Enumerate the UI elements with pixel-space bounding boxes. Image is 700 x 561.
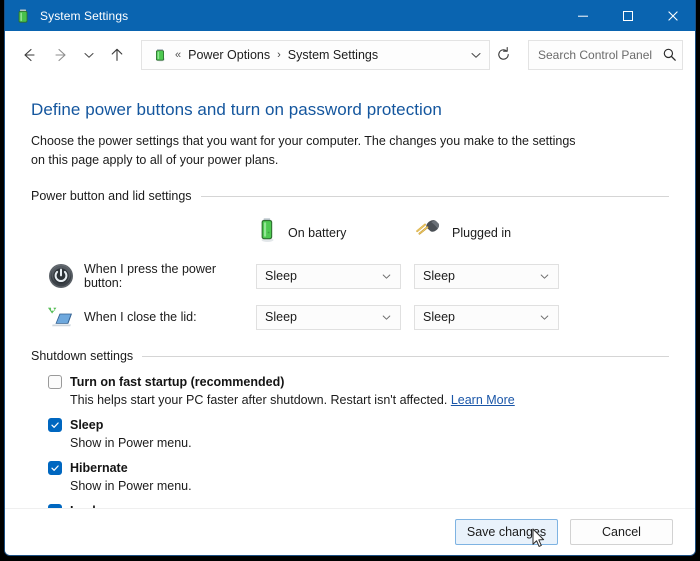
combo-value: Sleep xyxy=(415,310,455,324)
group-divider xyxy=(201,196,669,197)
power-lid-settings-group: Power button and lid settings xyxy=(31,189,669,330)
checkbox-label: Turn on fast startup (recommended) xyxy=(70,375,284,389)
group-header: Power button and lid settings xyxy=(31,189,669,203)
group-heading-label: Power button and lid settings xyxy=(31,189,192,203)
checkbox-row-sleep[interactable]: Sleep xyxy=(48,418,669,432)
battery-icon xyxy=(15,8,31,24)
power-plug-icon xyxy=(414,218,442,247)
dialog-footer: Save changes Cancel xyxy=(5,508,695,555)
refresh-icon xyxy=(495,46,512,63)
maximize-icon xyxy=(622,10,634,22)
breadcrumb-system-settings[interactable]: System Settings xyxy=(288,48,378,62)
laptop-lid-icon xyxy=(48,304,74,330)
search-icon[interactable] xyxy=(656,41,682,69)
breadcrumb-separator: › xyxy=(277,49,281,61)
address-dropdown-button[interactable] xyxy=(463,41,489,69)
setting-row-close-lid: When I close the lid: Sleep Sleep xyxy=(31,304,669,330)
cancel-button[interactable]: Cancel xyxy=(570,519,673,545)
combo-value: Sleep xyxy=(415,269,455,283)
checkbox-hibernate[interactable] xyxy=(48,461,62,475)
group-header: Shutdown settings xyxy=(31,349,669,363)
caption-buttons xyxy=(560,0,695,31)
back-button[interactable] xyxy=(13,39,45,71)
page-description: Choose the power settings that you want … xyxy=(31,120,583,170)
column-label-plugged-in: Plugged in xyxy=(452,226,511,240)
checkbox-row-hibernate[interactable]: Hibernate xyxy=(48,461,669,475)
setting-row-power-button: When I press the power button: Sleep Sle… xyxy=(31,262,669,290)
combo-power-button-on-battery[interactable]: Sleep xyxy=(256,264,401,289)
save-changes-button[interactable]: Save changes xyxy=(455,519,558,545)
chevron-down-icon xyxy=(82,48,96,62)
power-button-icon xyxy=(48,263,74,289)
description-text: This helps start your PC faster after sh… xyxy=(70,393,447,407)
main-content: Define power buttons and turn on passwor… xyxy=(5,78,695,509)
group-heading-label: Shutdown settings xyxy=(31,349,133,363)
search-box[interactable] xyxy=(528,40,683,70)
checkmark-icon xyxy=(50,463,60,473)
checkbox-description: Show in Power menu. xyxy=(48,475,669,493)
up-arrow-icon xyxy=(108,46,126,64)
battery-icon xyxy=(256,217,278,248)
power-options-icon xyxy=(152,47,168,63)
up-button[interactable] xyxy=(101,39,133,71)
system-settings-window: System Settings xyxy=(4,0,696,556)
checkbox-fast-startup[interactable] xyxy=(48,375,62,389)
combo-close-lid-plugged-in[interactable]: Sleep xyxy=(414,305,559,330)
list-item: Sleep Show in Power menu. xyxy=(48,418,669,450)
checkbox-description: Show in Power menu. xyxy=(48,432,669,450)
column-header-on-battery: On battery xyxy=(256,217,414,248)
learn-more-link[interactable]: Learn More xyxy=(451,393,515,407)
chevron-down-icon xyxy=(381,312,400,323)
group-divider xyxy=(142,356,669,357)
list-item: Turn on fast startup (recommended) This … xyxy=(48,375,669,407)
forward-button[interactable] xyxy=(45,39,77,71)
setting-label-power-button: When I press the power button: xyxy=(84,262,256,290)
checkbox-row-fast-startup[interactable]: Turn on fast startup (recommended) xyxy=(48,375,669,389)
combo-value: Sleep xyxy=(257,269,297,283)
back-arrow-icon xyxy=(20,46,38,64)
breadcrumb-overflow[interactable]: « xyxy=(175,49,181,61)
chevron-down-icon xyxy=(469,48,483,62)
list-item: Hibernate Show in Power menu. xyxy=(48,461,669,493)
window-title: System Settings xyxy=(40,9,128,23)
minimize-button[interactable] xyxy=(560,0,605,31)
address-bar[interactable]: « Power Options › System Settings xyxy=(141,40,490,70)
combo-power-button-plugged-in[interactable]: Sleep xyxy=(414,264,559,289)
setting-label-close-lid: When I close the lid: xyxy=(84,310,256,324)
close-button[interactable] xyxy=(650,0,695,31)
column-header-plugged-in: Plugged in xyxy=(414,217,572,248)
column-headers: On battery Plugged in xyxy=(31,217,669,248)
breadcrumb-power-options[interactable]: Power Options xyxy=(188,48,270,62)
combo-close-lid-on-battery[interactable]: Sleep xyxy=(256,305,401,330)
checkbox-label: Sleep xyxy=(70,418,103,432)
refresh-button[interactable] xyxy=(490,41,516,69)
combo-value: Sleep xyxy=(257,310,297,324)
close-icon xyxy=(667,10,679,22)
minimize-icon xyxy=(577,10,589,22)
checkmark-icon xyxy=(50,420,60,430)
chevron-down-icon xyxy=(381,271,400,282)
navigation-bar: « Power Options › System Settings xyxy=(5,31,695,78)
checkbox-sleep[interactable] xyxy=(48,418,62,432)
maximize-button[interactable] xyxy=(605,0,650,31)
checkbox-label: Hibernate xyxy=(70,461,128,475)
chevron-down-icon xyxy=(539,312,558,323)
checkbox-description: This helps start your PC faster after sh… xyxy=(48,389,669,407)
window-title-bar: System Settings xyxy=(5,0,695,31)
search-input[interactable] xyxy=(529,42,656,68)
recent-locations-button[interactable] xyxy=(77,39,101,71)
chevron-down-icon xyxy=(539,271,558,282)
column-label-on-battery: On battery xyxy=(288,226,346,240)
forward-arrow-icon xyxy=(52,46,70,64)
page-title: Define power buttons and turn on passwor… xyxy=(31,78,669,120)
